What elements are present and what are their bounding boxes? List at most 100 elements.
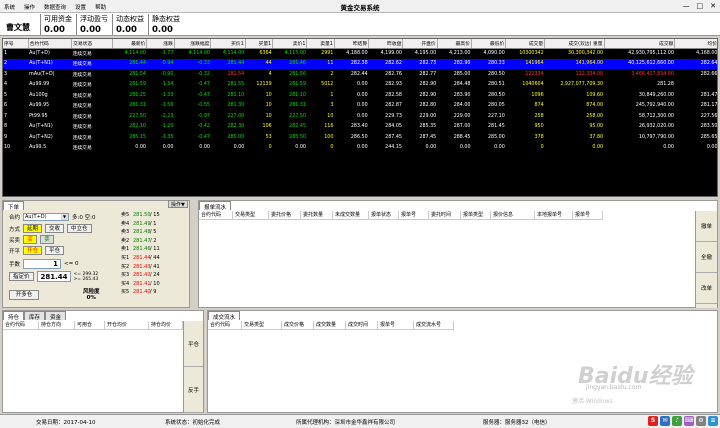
market-depth: 卖5 281.50/ 15 卖4 281.49/ 1 卖3 281.48/ 5 卖2 281.…	[121, 211, 160, 297]
depth-level[interactable]: 卖2 281.47/ 2	[121, 237, 160, 246]
quote-row[interactable]: 2 Au(T+N1) 连续交易 281.44 -0.94 -0.33 281.44 44 281…	[3, 58, 717, 69]
submit-order-button[interactable]: 开多仓	[9, 290, 39, 300]
options-button[interactable]: 操作▼	[168, 200, 188, 208]
tab-inventory[interactable]: 库存	[24, 311, 46, 321]
tab-order[interactable]: 下单	[3, 201, 25, 211]
quote-col-header[interactable]: 交易状态	[71, 39, 114, 49]
quote-row[interactable]: 5 Au100g 连续交易 281.25 -1.33 -0.47 281.10 10 281.1…	[3, 90, 717, 101]
quote-col-header[interactable]: 最新价	[112, 39, 148, 49]
quote-col-header[interactable]: 序号	[3, 39, 29, 49]
contract-select[interactable]: Au(T+D) ▼	[23, 213, 70, 221]
grid-col-header[interactable]: 报单状态	[369, 211, 399, 220]
buy-button[interactable]: 买	[23, 235, 38, 244]
price-mode-button[interactable]: 指定价	[9, 272, 34, 281]
quote-row[interactable]: 9 Au(T+N2) 连续交易 285.15 -1.35 -0.47 285.00 53 285…	[3, 132, 717, 143]
tab-funds[interactable]: 资金	[45, 311, 67, 321]
quote-row[interactable]: 4 Au99.99 连续交易 281.59 -1.34 -0.47 281.55 12139 2…	[3, 80, 717, 91]
depth-level[interactable]: 卖5 281.50/ 15	[121, 211, 160, 220]
depth-level[interactable]: 买3 281.42/ 24	[121, 271, 160, 280]
depth-level[interactable]: 买1 281.44/ 44	[121, 254, 160, 263]
mic-icon[interactable]: ♪	[672, 416, 682, 426]
quote-col-header[interactable]: 开盘价	[402, 39, 438, 49]
quote-row[interactable]: 3 mAu(T+D) 连续交易 281.54 -0.90 -0.32 281.54 4 281.…	[3, 69, 717, 80]
quote-col-header[interactable]: 昨收盘	[368, 39, 404, 49]
quote-row[interactable]: 6 Au99.95 连续交易 281.31 -1.56 -0.55 281.30 10 281.…	[3, 101, 717, 112]
quote-row[interactable]: 1 Au(T+D) 连续交易 4,114.00 -1.77 4,114.00 4,114.0…	[3, 48, 717, 59]
grid-col-header[interactable]: 持仓均价	[149, 321, 183, 330]
grid-col-header[interactable]: 成交数量	[314, 321, 346, 330]
grid-col-header[interactable]: 合约代码	[3, 321, 39, 330]
open-button[interactable]: 开仓	[23, 246, 43, 255]
input-method-icon[interactable]: S	[648, 416, 658, 426]
quote-col-header[interactable]: 买量1	[245, 39, 274, 49]
quote-row[interactable]: 10 Au99.5 连续交易 0.00 0.00 0.00 0.00 0 0.00 0 0.00 24…	[3, 143, 717, 154]
minimize-icon[interactable]: —	[683, 2, 690, 10]
depth-level[interactable]: 卖4 281.49/ 1	[121, 220, 160, 229]
depth-level[interactable]: 卖3 281.48/ 5	[121, 228, 160, 237]
keyboard-icon[interactable]: ⌨	[684, 416, 694, 426]
quote-col-header[interactable]: 成交量	[505, 39, 546, 49]
close-icon[interactable]: ✕	[710, 2, 716, 10]
quote-col-header[interactable]: 成交额	[604, 39, 676, 49]
tab-positions[interactable]: 持仓	[3, 311, 25, 321]
quote-col-header[interactable]: 买价1	[210, 39, 246, 49]
price-input[interactable]: 281.44	[36, 271, 71, 282]
grid-col-header[interactable]: 委托时间	[429, 211, 461, 220]
reverse-position-button[interactable]: 反手	[184, 367, 203, 413]
quote-col-header[interactable]: 最高价	[437, 39, 473, 49]
grid-col-header[interactable]: 委托数量	[301, 211, 333, 220]
method-deferred-button[interactable]: 延期	[23, 224, 43, 233]
grid-col-header[interactable]: 成交价格	[282, 321, 314, 330]
quote-col-header[interactable]: 涨跌	[146, 39, 175, 49]
quote-cell: 连续交易	[72, 52, 92, 57]
quote-col-header[interactable]: 最低价	[471, 39, 507, 49]
quote-col-header[interactable]: 均价	[674, 39, 717, 49]
grid-col-header[interactable]: 开仓均价	[105, 321, 149, 330]
method-delivery-button[interactable]: 交收	[45, 224, 65, 233]
quote-col-header[interactable]: 卖价1	[272, 39, 308, 49]
maximize-icon[interactable]: □	[697, 2, 704, 10]
quote-col-header[interactable]: 合约代码	[28, 39, 73, 49]
tab-order-log[interactable]: 报单流水	[199, 201, 232, 211]
quote-col-header[interactable]: 昨结算	[334, 39, 370, 49]
quote-row[interactable]: 7 Pt99.95 连续交易 227.50 -2.23 -0.97 227.00 10 227.…	[3, 111, 717, 122]
grid-col-header[interactable]: 持仓方向	[39, 321, 75, 330]
grid-col-header[interactable]: 委托价格	[269, 211, 301, 220]
cancel-all-button[interactable]: 全撤	[696, 242, 717, 273]
depth-level[interactable]: 卖1 281.46/ 11	[121, 245, 160, 254]
close-button[interactable]: 平仓	[45, 246, 65, 255]
grid-col-header[interactable]: 成交流水号	[414, 321, 454, 330]
settings-icon[interactable]: ⚙	[696, 416, 706, 426]
quote-row[interactable]: 8 Au(T+N1) 连续交易 282.10 -1.20 -0.42 282.30 106 28…	[3, 122, 717, 133]
quote-col-header[interactable]: 卖量1	[306, 39, 335, 49]
depth-level[interactable]: 买4 281.41/ 10	[121, 280, 160, 289]
grid-col-header[interactable]: 报价信息	[491, 211, 535, 220]
grid-col-header[interactable]: 报单类型	[461, 211, 491, 220]
grid-col-header[interactable]: 本地报单号	[535, 211, 573, 220]
chat-icon[interactable]: ✉	[660, 416, 670, 426]
grid-col-header[interactable]: 合约代码	[208, 321, 242, 330]
grid-col-header[interactable]: 成交时间	[346, 321, 378, 330]
quote-col-header[interactable]: 成交(双边) 重量	[544, 39, 605, 49]
cancel-order-button[interactable]: 撤单	[696, 211, 717, 242]
grid-col-header[interactable]: 报单号	[399, 211, 429, 220]
modify-order-button[interactable]: 改单	[696, 273, 717, 304]
network-icon[interactable]: ≡	[708, 416, 718, 426]
depth-level[interactable]: 买5 281.40/ 9	[121, 288, 160, 297]
status-bar: 交易日期：2017-04-10 系统状态：初始化完成 所属代理机构：深圳市金华鑫…	[0, 414, 720, 428]
grid-col-header[interactable]: 交易类型	[242, 321, 282, 330]
quote-cell: -2.23	[160, 113, 174, 119]
quote-col-header[interactable]: 涨跌幅度	[174, 39, 212, 49]
depth-level[interactable]: 买2 281.43/ 41	[121, 263, 160, 272]
method-neutral-button[interactable]: 中立仓	[67, 224, 92, 233]
tab-trade-log[interactable]: 成交流水	[208, 311, 241, 321]
grid-col-header[interactable]: 报单号	[378, 321, 414, 330]
grid-col-header[interactable]: 可用仓	[75, 321, 105, 330]
grid-col-header[interactable]: 未成交数量	[333, 211, 369, 220]
qty-input[interactable]: 1	[23, 259, 62, 269]
sell-button[interactable]: 卖	[40, 235, 55, 244]
close-position-button[interactable]: 平仓	[184, 321, 203, 367]
grid-col-header[interactable]: 报单号	[573, 211, 603, 220]
grid-col-header[interactable]: 合约代码	[199, 211, 233, 220]
grid-col-header[interactable]: 交易类型	[233, 211, 269, 220]
